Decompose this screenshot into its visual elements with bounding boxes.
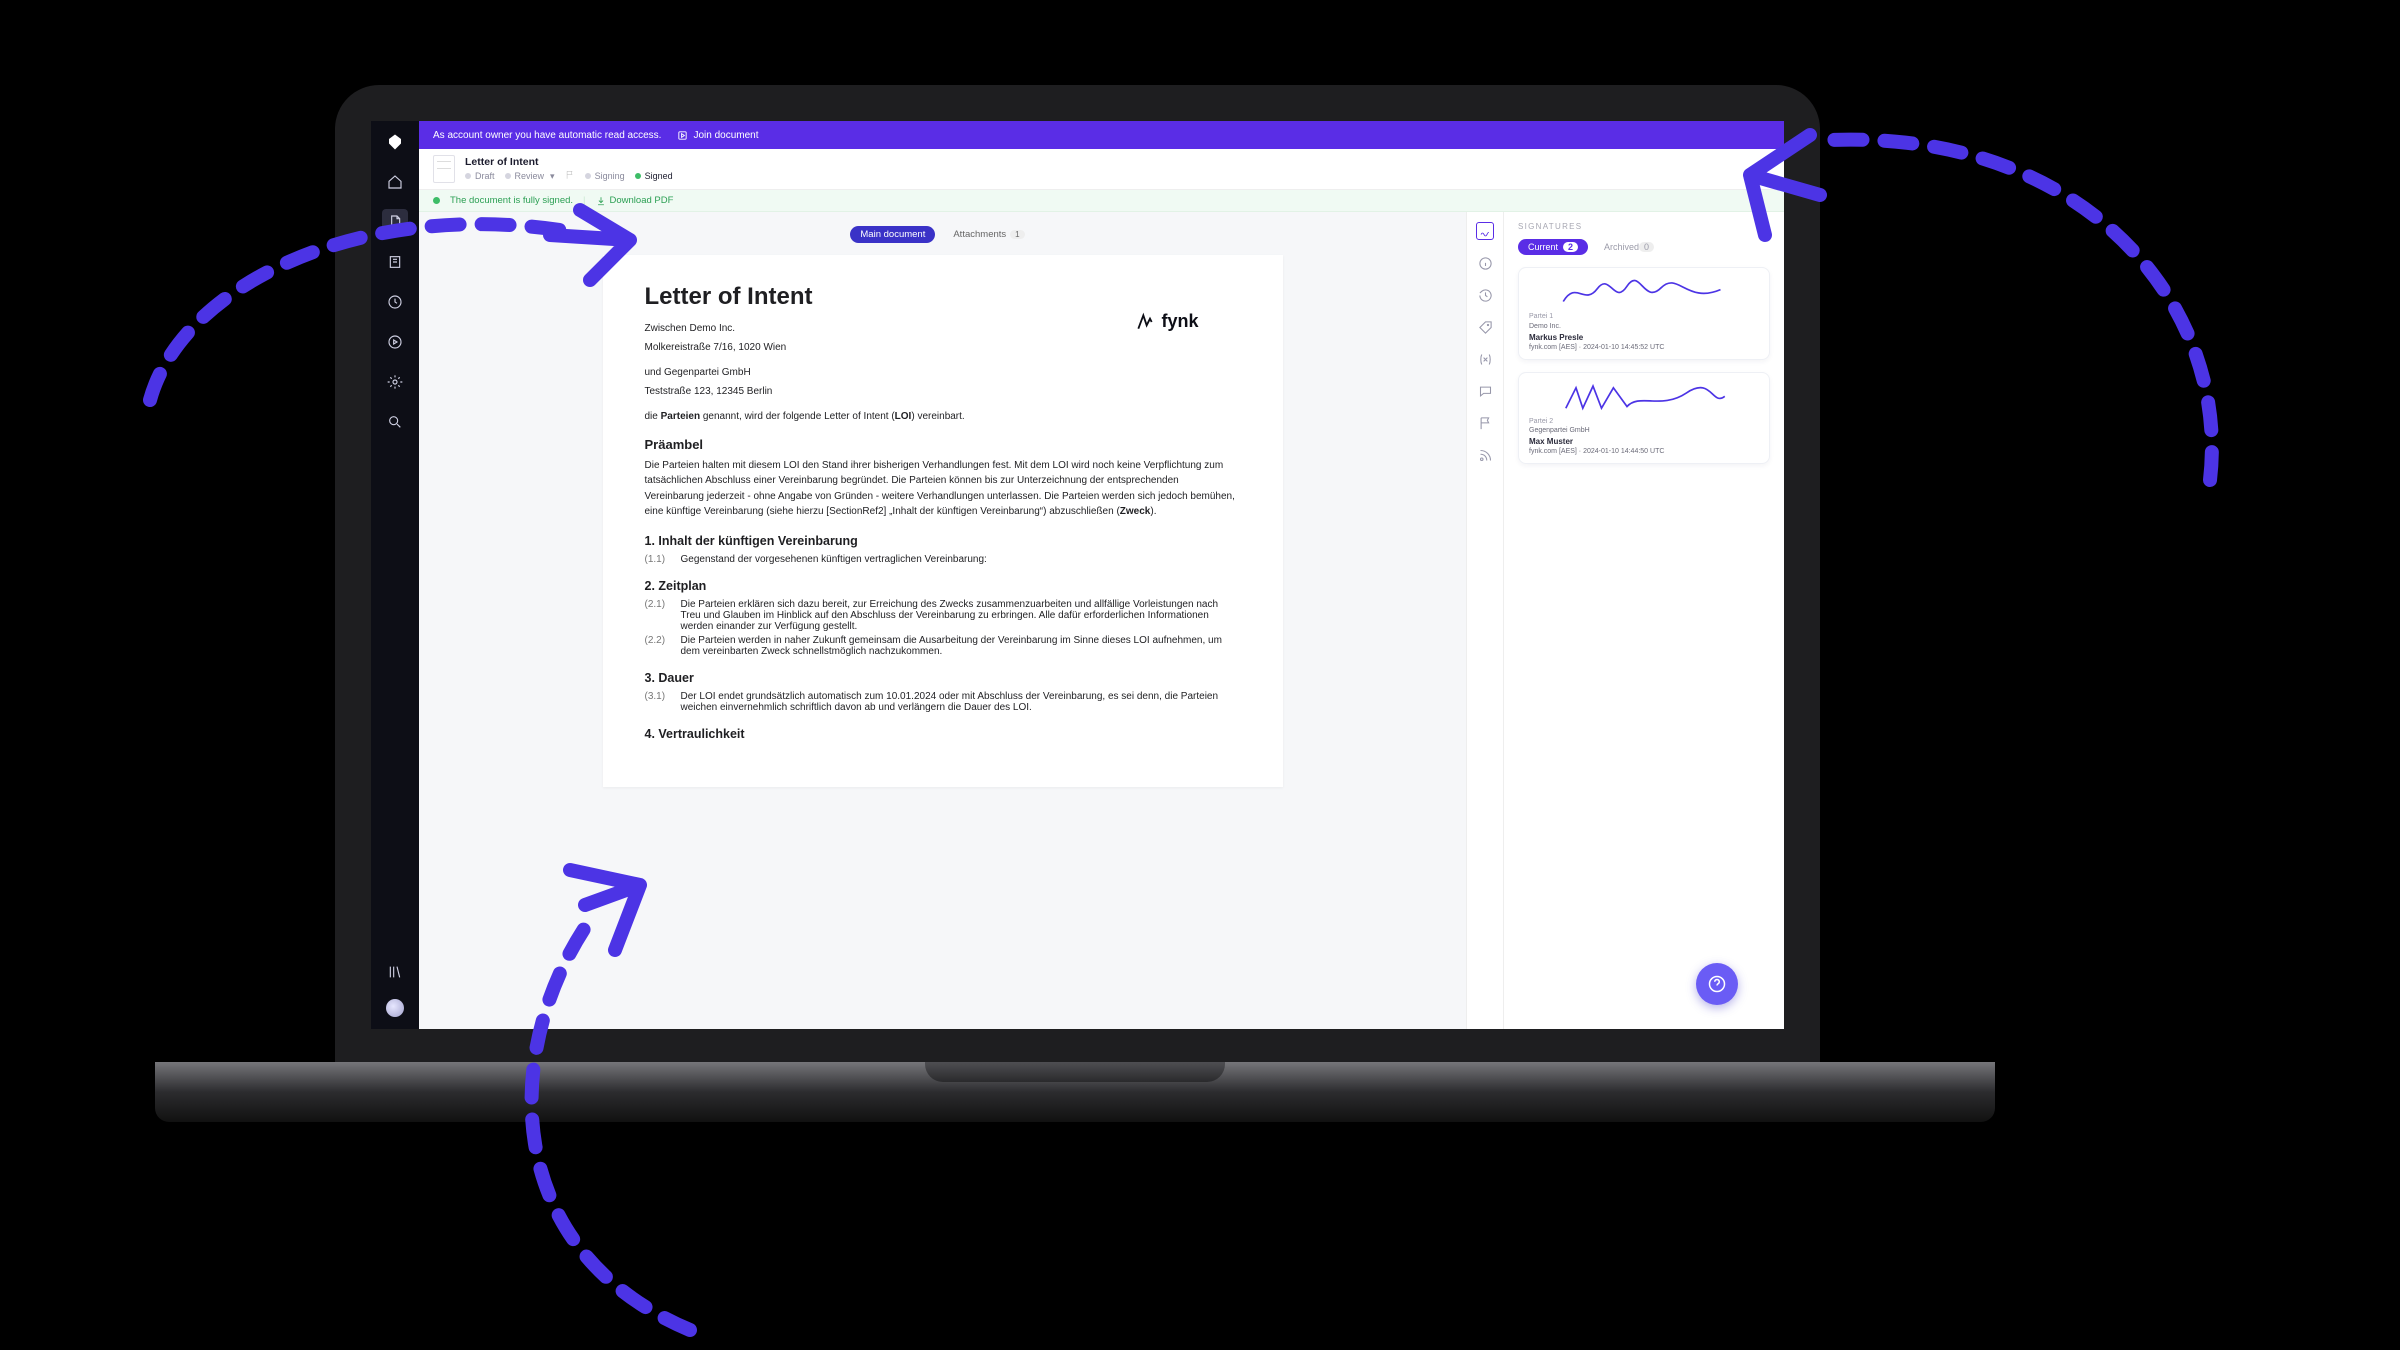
- history-icon[interactable]: [1476, 286, 1494, 304]
- signatures-panel: SIGNATURES Current2 Archived0 Partei 1 D…: [1504, 212, 1784, 1029]
- library-icon[interactable]: [382, 959, 408, 985]
- status-dot-icon: [433, 197, 440, 204]
- variable-icon[interactable]: [1476, 350, 1494, 368]
- owner-banner: As account owner you have automatic read…: [419, 121, 1784, 149]
- signature-scribble-icon: [1529, 381, 1759, 415]
- signature-card[interactable]: Partei 1 Demo Inc. Markus Presle fynk.co…: [1518, 267, 1770, 360]
- signatures-title: SIGNATURES: [1518, 222, 1770, 231]
- document-type-icon: [433, 155, 455, 183]
- workflow-step-review[interactable]: Review▾: [505, 171, 555, 182]
- settings-icon[interactable]: [382, 369, 408, 395]
- status-bar: The document is fully signed. | Download…: [419, 190, 1784, 212]
- download-pdf-link[interactable]: Download PDF: [596, 195, 674, 206]
- banner-text: As account owner you have automatic read…: [433, 130, 661, 141]
- signature-scribble-icon: [1529, 276, 1759, 310]
- section-preamble: Präambel: [645, 437, 1241, 452]
- signature-card[interactable]: Partei 2 Gegenpartei GmbH Max Muster fyn…: [1518, 372, 1770, 465]
- tag-icon[interactable]: [1476, 318, 1494, 336]
- template-icon[interactable]: [382, 249, 408, 275]
- side-rail: [1466, 212, 1504, 1029]
- workflow-step-signing[interactable]: Signing: [585, 171, 625, 181]
- workflow-step-draft[interactable]: Draft: [465, 171, 495, 181]
- workflow-step-signed[interactable]: Signed: [635, 171, 673, 181]
- flag-icon: [565, 170, 575, 182]
- info-icon[interactable]: [1476, 254, 1494, 272]
- document-viewport[interactable]: Main document Attachments1 Letter of Int…: [419, 212, 1466, 1029]
- section-4: 4. Vertraulichkeit: [645, 727, 1241, 741]
- more-menu-button[interactable]: ···: [1753, 161, 1770, 177]
- workflow-steps: Draft Review▾ Signing Signed: [465, 170, 673, 182]
- document-header: Letter of Intent Draft Review▾ Signing S…: [419, 149, 1784, 190]
- search-icon[interactable]: [382, 409, 408, 435]
- clock-icon[interactable]: [382, 289, 408, 315]
- section-1: 1. Inhalt der künftigen Vereinbarung: [645, 534, 1241, 548]
- tab-main-document[interactable]: Main document: [850, 226, 935, 243]
- flag-panel-icon[interactable]: [1476, 414, 1494, 432]
- brand-logo: fynk: [1135, 311, 1198, 332]
- join-document-link[interactable]: Join document: [677, 130, 758, 141]
- home-icon[interactable]: [382, 169, 408, 195]
- app-logo-icon[interactable]: [382, 129, 408, 155]
- status-text: The document is fully signed.: [450, 195, 573, 206]
- help-button[interactable]: [1696, 963, 1738, 1005]
- sig-tab-archived[interactable]: Archived0: [1594, 239, 1664, 255]
- sig-tab-current[interactable]: Current2: [1518, 239, 1588, 255]
- documents-icon[interactable]: [382, 209, 408, 235]
- page-heading: Letter of Intent: [645, 283, 1241, 311]
- play-icon[interactable]: [382, 329, 408, 355]
- comment-icon[interactable]: [1476, 382, 1494, 400]
- feed-icon[interactable]: [1476, 446, 1494, 464]
- section-2: 2. Zeitplan: [645, 579, 1241, 593]
- document-title: Letter of Intent: [465, 156, 673, 168]
- left-nav: [371, 121, 419, 1029]
- section-3: 3. Dauer: [645, 671, 1241, 685]
- user-avatar[interactable]: [386, 999, 404, 1017]
- tab-attachments[interactable]: Attachments1: [943, 226, 1034, 243]
- signature-panel-icon[interactable]: [1476, 222, 1494, 240]
